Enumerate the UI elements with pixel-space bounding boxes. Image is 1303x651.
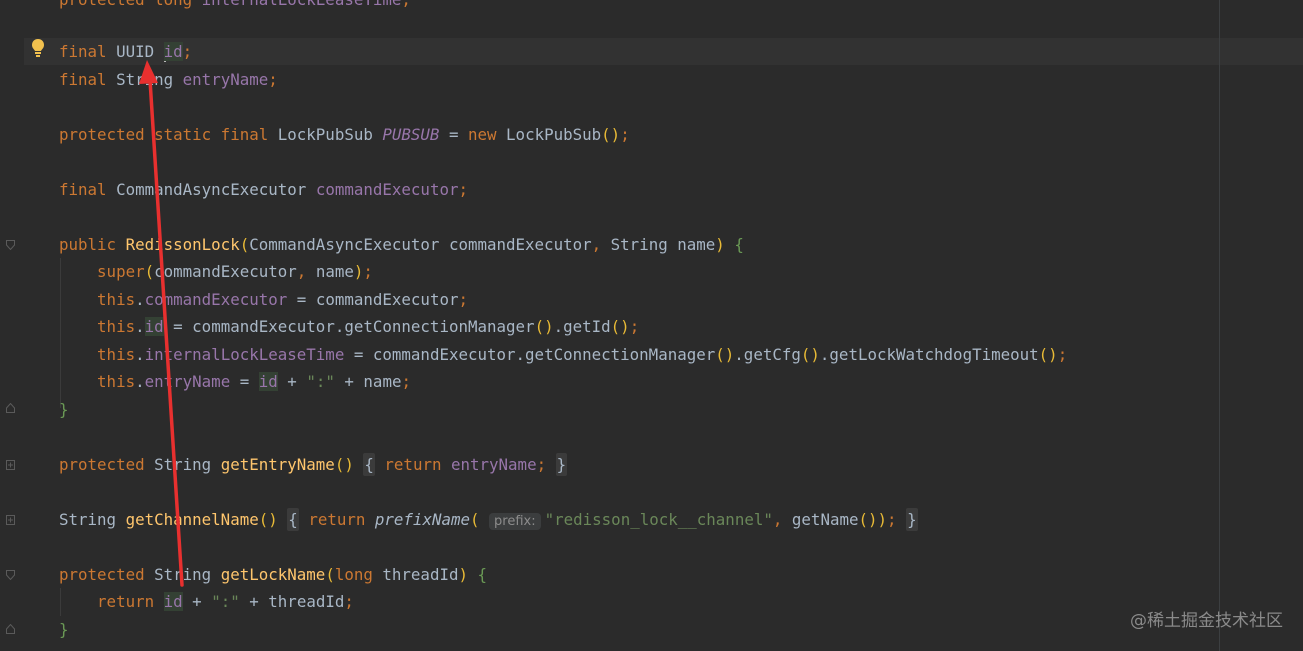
code-editor[interactable]: protected long internalLockLeaseTime; fi… [0, 0, 1303, 651]
watermark: @稀土掘金技术社区 [1130, 611, 1283, 631]
arrow-annotation [139, 60, 184, 587]
